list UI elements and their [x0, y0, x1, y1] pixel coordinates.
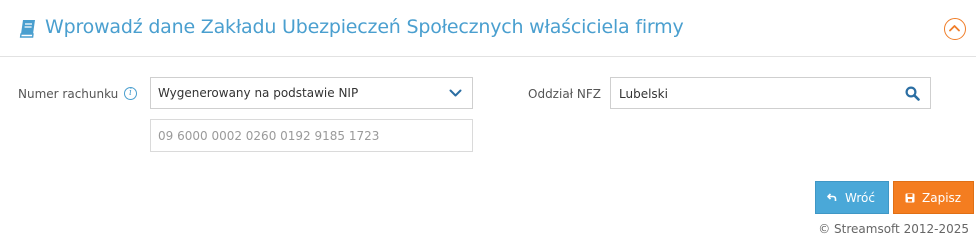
section-title: Wprowadź dane Zakładu Ubezpieczeń Społec…	[45, 16, 684, 38]
save-icon	[905, 193, 915, 203]
save-label: Zapisz	[922, 191, 962, 205]
account-number-field[interactable]: 09 6000 0002 0260 0192 9185 1723	[150, 119, 473, 152]
section-header: Wprowadź dane Zakładu Ubezpieczeń Społec…	[0, 0, 976, 57]
chevron-up-icon	[949, 25, 960, 32]
account-number-value: 09 6000 0002 0260 0192 9185 1723	[158, 129, 380, 143]
collapse-button[interactable]	[944, 18, 966, 40]
account-source-value: Wygenerowany na podstawie NIP	[158, 86, 359, 100]
save-button[interactable]: Zapisz	[893, 181, 974, 214]
nfz-label: Oddział NFZ	[528, 87, 601, 101]
search-icon[interactable]	[905, 86, 920, 101]
account-source-select[interactable]: Wygenerowany na podstawie NIP	[150, 77, 473, 109]
nfz-value: Lubelski	[619, 87, 668, 101]
copyright-footer: © Streamsoft 2012-2025	[818, 222, 969, 236]
book-icon	[19, 19, 37, 39]
back-button[interactable]: Wróć	[815, 181, 889, 214]
account-number-label: Numer rachunku	[18, 87, 119, 101]
undo-icon	[827, 193, 837, 201]
chevron-down-icon	[449, 89, 462, 97]
nfz-field[interactable]: Lubelski	[610, 77, 931, 109]
info-icon[interactable]: i	[124, 87, 137, 100]
back-label: Wróć	[845, 191, 875, 205]
